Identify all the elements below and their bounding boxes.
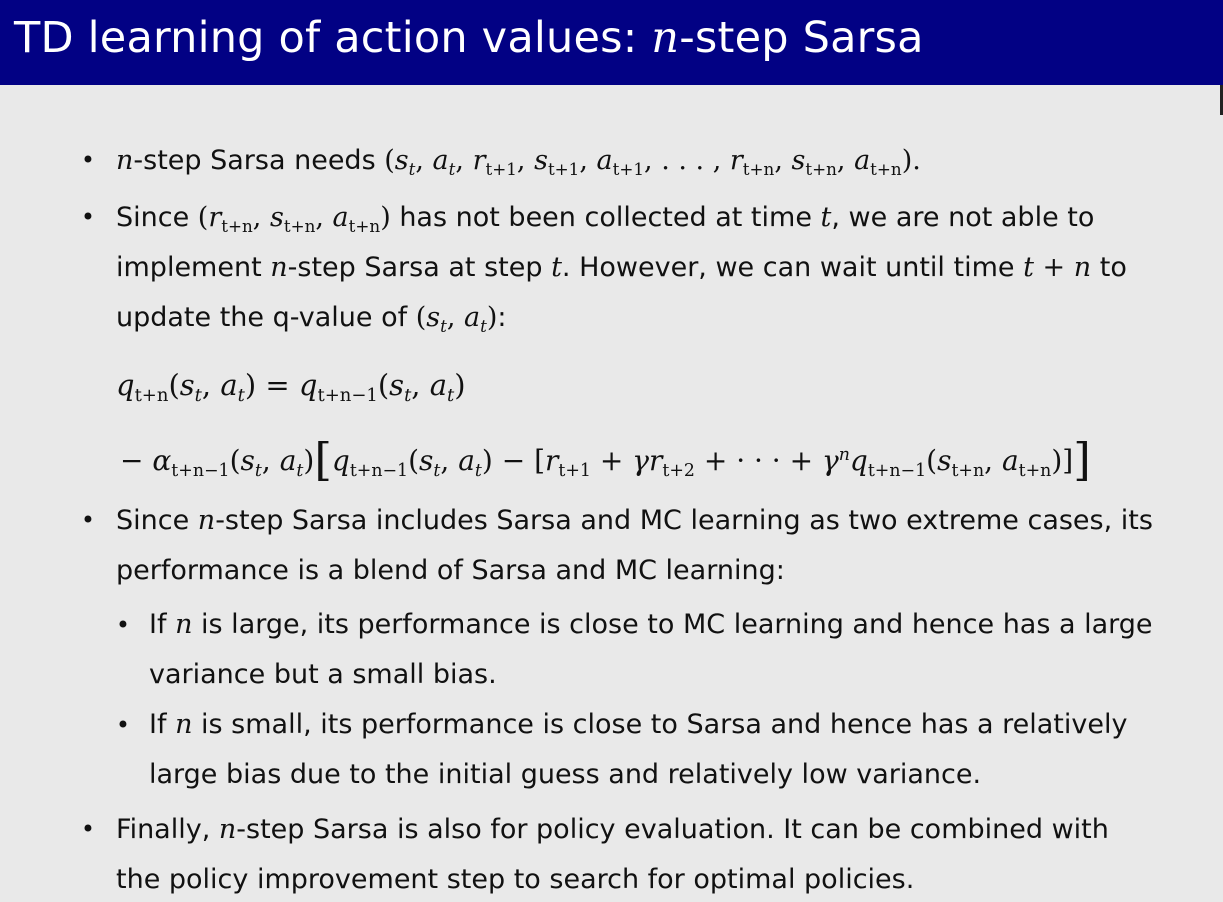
bullet-1-body: -step Sarsa needs [133,145,385,176]
equation-line-1: qt+n(st, at) = qt+n−1(st, at) [116,368,466,406]
sub-bullet-1-if: If [149,609,176,640]
title-suffix: -step Sarsa [679,13,924,63]
bullet-2-not-able: , we are not able to [831,202,1095,233]
bullet-2-pair: (st, at) [415,302,498,336]
bullet-2-line-3: update the q-value of (st, at): [116,302,507,336]
bullet-2-time: t + n [1023,252,1092,283]
bullet-2-dot: • [80,203,96,231]
sub-bullet-1-n: n [175,609,193,640]
sub-bullet-1-dot: • [115,611,131,639]
bullet-3-since: Since [116,505,198,536]
bullet-3-line-1: Since n-step Sarsa includes Sarsa and MC… [116,506,1153,536]
bullet-4-dot: • [80,815,96,843]
bullet-4-line-2: the policy improvement step to search fo… [116,865,914,895]
equation-update-lhs: qt+n(st, at) = qt+n−1(st, at) [116,368,466,406]
bullet-2-tuple: (rt+n, st+n, at+n) [197,202,391,236]
bullet-2-to: to [1091,252,1127,283]
title-prefix: TD learning of action values: [14,13,652,63]
bullet-2-however: . However, we can wait until time [561,252,1024,283]
bullet-1-text: n-step Sarsa needs (st, at, rt+1, st+1, … [116,145,921,179]
bullet-3-blend: performance is a blend of Sarsa and MC l… [116,555,785,586]
bullet-4-line-1: Finally, n-step Sarsa is also for policy… [116,815,1109,845]
sub-bullet-2-line-2: large bias due to the initial guess and … [149,760,981,790]
bullet-2-update: update the q-value of [116,302,416,333]
sub-bullet-1-line-1: If n is large, its performance is close … [149,610,1153,640]
bullet-1-n: n [116,145,134,176]
bullet-2-t: t [820,202,832,233]
sub-bullet-2-small: is small, its performance is close to Sa… [192,709,1128,740]
bullet-4-finally: Finally, [116,814,219,845]
bullet-2-colon: : [497,302,507,333]
sub-bullet-1-line-2: variance but a small bias. [149,660,497,690]
equation-line-2: − αt+n−1(st, at)[qt+n−1(st, at) − [rt+1 … [120,432,1091,486]
sub-bullet-2-line-1: If n is small, its performance is close … [149,710,1127,740]
bullet-3-n: n [197,505,216,536]
bullet-3-line-2: performance is a blend of Sarsa and MC l… [116,556,785,586]
sub-bullet-2-if: If [149,709,176,740]
bullet-4-improvement: the policy improvement step to search fo… [116,864,915,895]
title-variable: n [651,13,680,63]
bullet-2-step-t: t [551,252,562,283]
bullet-2-collected: has not been collected at time [390,202,821,233]
equation-update-rhs: − αt+n−1(st, at)[qt+n−1(st, at) − [rt+1 … [120,433,1091,486]
bullet-2-since: Since [116,202,198,233]
sub-bullet-2-dot: • [115,711,131,739]
bullet-2-line-2: implement n-step Sarsa at step t. Howeve… [116,253,1127,283]
bullet-1-tuple: (st, at, rt+1, st+1, at+1, . . . , rt+n,… [384,145,921,179]
bullet-4-n: n [218,814,237,845]
bullet-1-dot: • [80,146,96,174]
slide-header: TD learning of action values: n-step Sar… [0,0,1223,85]
bullet-2-step-text: -step Sarsa at step [287,252,552,283]
bullet-4-policy: -step Sarsa is also for policy evaluatio… [236,814,1109,845]
bullet-2-implement: implement [116,252,271,283]
sub-bullet-2-n: n [175,709,193,740]
sub-bullet-1-large: is large, its performance is close to MC… [192,609,1153,640]
bullet-3-includes: -step Sarsa includes Sarsa and MC learni… [215,505,1153,536]
bullet-2-n: n [270,252,288,283]
bullet-3-dot: • [80,506,96,534]
sub-bullet-1-bias: variance but a small bias. [149,659,497,690]
slide-title: TD learning of action values: n-step Sar… [14,17,924,60]
bullet-2-line-1: Since (rt+n, st+n, at+n) has not been co… [116,202,1095,236]
sub-bullet-2-variance: large bias due to the initial guess and … [149,759,982,790]
